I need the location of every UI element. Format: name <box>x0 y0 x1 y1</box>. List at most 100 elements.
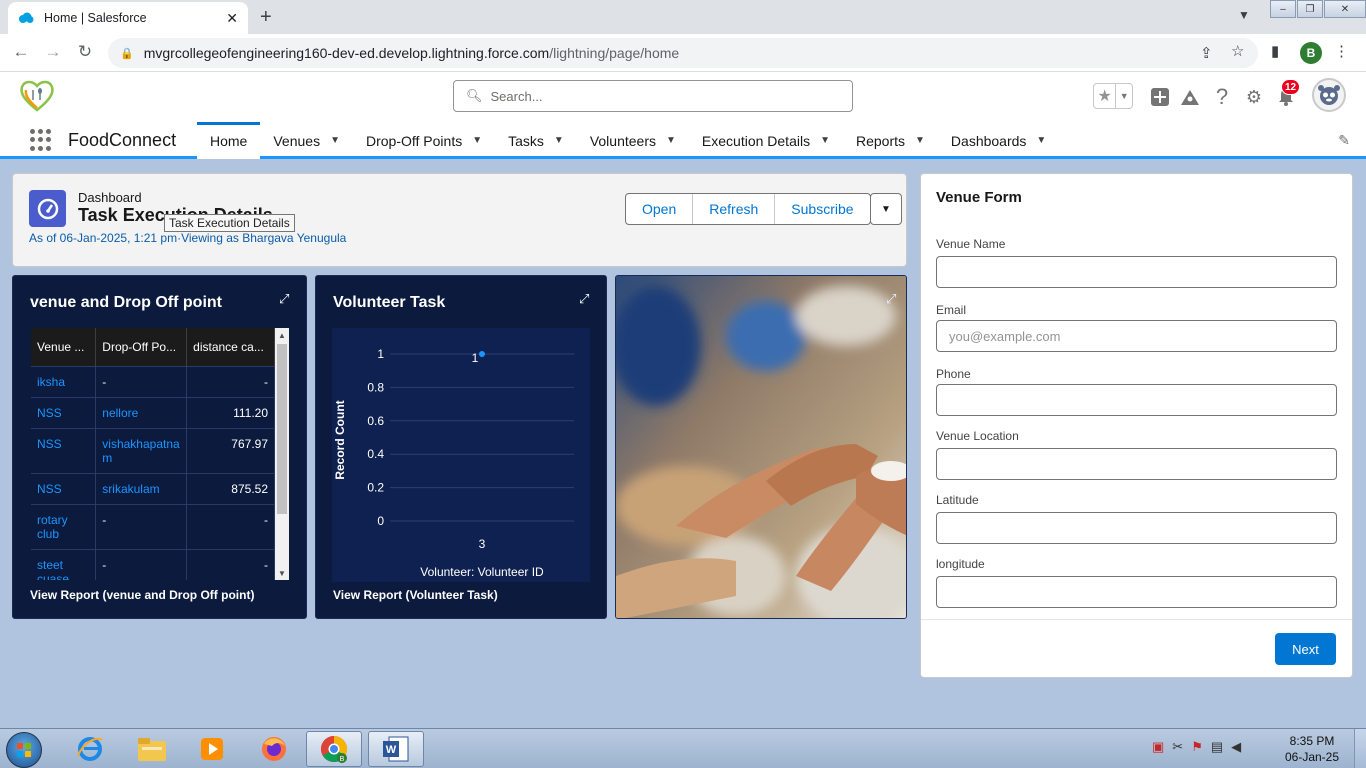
nav-item-volunteers[interactable]: Volunteers ▼ <box>577 122 689 159</box>
edit-nav-pencil-icon[interactable]: ✎ <box>1338 132 1350 149</box>
nav-item-label: Execution Details <box>701 132 811 149</box>
word-icon[interactable]: W <box>368 731 424 767</box>
browser-toolbar: ← → ↻ 🔒 mvgrcollegeofengineering160-dev-… <box>0 34 1366 72</box>
nav-item-dashboards[interactable]: Dashboards ▼ <box>938 122 1059 159</box>
reload-icon[interactable]: ↻ <box>74 42 96 62</box>
view-report-link[interactable]: View Report (Volunteer Task) <box>333 588 498 602</box>
expand-icon[interactable]: ⤢ <box>279 291 289 307</box>
table-cell-link[interactable]: srikakulam <box>95 473 188 505</box>
show-desktop-button[interactable] <box>1354 729 1366 768</box>
chrome-taskbar-icon[interactable]: B <box>306 731 362 767</box>
longitude-input[interactable] <box>936 576 1337 608</box>
venue-location-input[interactable] <box>936 448 1337 480</box>
tab-title: Home | Salesforce <box>44 11 147 25</box>
setup-gear-icon[interactable]: ⚙ <box>1243 86 1265 108</box>
tab-search-chevron-icon[interactable]: ▼ <box>1238 8 1250 22</box>
phone-input[interactable] <box>936 384 1337 416</box>
data-point[interactable] <box>479 351 485 357</box>
nav-item-reports[interactable]: Reports ▼ <box>843 122 938 159</box>
nav-item-tasks[interactable]: Tasks ▼ <box>495 122 577 159</box>
help-icon[interactable]: ? <box>1211 84 1233 109</box>
widget-title: venue and Drop Off point <box>30 294 222 311</box>
dashboard-button-group: Open Refresh Subscribe <box>625 193 871 225</box>
share-icon[interactable]: ⇪ <box>1200 44 1213 62</box>
browser-tab[interactable]: Home | Salesforce ✕ <box>8 2 248 34</box>
chevron-down-icon[interactable]: ▼ <box>820 135 830 146</box>
flag-tray-icon[interactable]: ⚑ <box>1191 739 1203 755</box>
app-launcher-icon[interactable] <box>30 129 52 151</box>
email-input[interactable]: you@example.com <box>936 320 1337 352</box>
network-tray-icon[interactable]: ▤ <box>1211 739 1223 755</box>
table-cell: 767.97 <box>186 428 275 474</box>
open-button[interactable]: Open <box>626 194 694 224</box>
table-cell-link[interactable]: NSS <box>31 428 97 474</box>
chevron-down-icon[interactable]: ▼ <box>915 135 925 146</box>
favorites-dropdown-icon[interactable]: ▼ <box>1115 84 1132 108</box>
side-panel-icon[interactable]: ▮ <box>1271 42 1279 60</box>
nav-item-drop-off-points[interactable]: Drop-Off Points ▼ <box>353 122 495 159</box>
nav-item-home[interactable]: Home <box>197 122 261 159</box>
browser-profile-avatar[interactable]: B <box>1300 42 1322 64</box>
minimize-icon[interactable]: – <box>1270 0 1296 18</box>
internet-explorer-icon[interactable] <box>62 731 118 767</box>
salesforce-cloud-icon <box>19 12 34 23</box>
latitude-input[interactable] <box>936 512 1337 544</box>
pdf-tray-icon[interactable]: ▣ <box>1152 739 1164 755</box>
table-cell-link[interactable]: NSS <box>31 473 97 505</box>
media-player-icon[interactable] <box>184 731 240 767</box>
scroll-thumb[interactable] <box>277 344 287 514</box>
taskbar-clock[interactable]: 8:35 PM 06-Jan-25 <box>1282 733 1342 765</box>
refresh-button[interactable]: Refresh <box>693 194 776 224</box>
chevron-down-icon[interactable]: ▼ <box>666 135 676 146</box>
tools-tray-icon[interactable]: ✂ <box>1172 739 1183 755</box>
view-report-link[interactable]: View Report (venue and Drop Off point) <box>30 588 254 602</box>
chevron-down-icon[interactable]: ▼ <box>554 135 564 146</box>
nav-item-venues[interactable]: Venues ▼ <box>260 122 353 159</box>
scroll-down-icon[interactable]: ▼ <box>275 566 289 580</box>
global-search-input[interactable]: 🔍︎ Search... <box>453 80 853 112</box>
column-header[interactable]: distance ca... <box>186 328 275 367</box>
expand-icon[interactable]: ⤢ <box>579 291 589 307</box>
back-icon[interactable]: ← <box>10 42 32 62</box>
browser-menu-icon[interactable]: ⋮ <box>1334 42 1349 60</box>
column-header[interactable]: Drop-Off Po... <box>95 328 188 367</box>
svg-text:⤢: ⤢ <box>886 292 896 307</box>
table-cell-link[interactable]: nellore <box>95 397 188 429</box>
next-button[interactable]: Next <box>1275 633 1336 665</box>
nav-item-label: Dashboards <box>950 132 1027 149</box>
url-path: /lightning/page/home <box>549 45 680 61</box>
venue-location-label: Venue Location <box>936 429 1019 443</box>
chevron-down-icon[interactable]: ▼ <box>330 135 340 146</box>
table-cell-link[interactable]: NSS <box>31 397 97 429</box>
chevron-down-icon[interactable]: ▼ <box>472 135 482 146</box>
table-scrollbar[interactable]: ▲ ▼ <box>275 328 289 580</box>
favorites-button[interactable]: ★ ▼ <box>1093 83 1133 109</box>
window-close-icon[interactable]: ✕ <box>1324 0 1366 18</box>
global-actions-icon[interactable] <box>1149 86 1171 108</box>
new-tab-icon[interactable]: + <box>260 6 272 29</box>
bookmark-star-icon[interactable]: ☆ <box>1231 42 1244 60</box>
user-avatar[interactable] <box>1312 78 1346 112</box>
y-axis-label: Record Count <box>333 400 347 479</box>
file-explorer-icon[interactable] <box>124 731 180 767</box>
start-button-icon[interactable] <box>6 732 42 768</box>
scroll-up-icon[interactable]: ▲ <box>275 328 289 342</box>
table-cell-link[interactable]: steet cuase <box>31 549 97 580</box>
dashboard-meta[interactable]: As of 06-Jan-2025, 1:21 pm·Viewing as Bh… <box>29 231 346 245</box>
volume-tray-icon[interactable]: ◀ <box>1231 739 1241 755</box>
table-cell-link[interactable]: rotary club <box>31 504 97 550</box>
dashboard-more-actions-icon[interactable]: ▼ <box>870 193 902 225</box>
address-bar[interactable]: 🔒 mvgrcollegeofengineering160-dev-ed.dev… <box>108 38 1258 68</box>
table-cell-link[interactable]: iksha <box>31 366 97 398</box>
restore-icon[interactable]: ❐ <box>1297 0 1323 18</box>
tab-close-icon[interactable]: ✕ <box>226 10 238 27</box>
forward-icon[interactable]: → <box>42 42 64 62</box>
table-cell-link[interactable]: vishakhapatna m <box>95 428 188 474</box>
venue-name-input[interactable] <box>936 256 1337 288</box>
subscribe-button[interactable]: Subscribe <box>775 194 869 224</box>
trailhead-icon[interactable] <box>1179 86 1201 108</box>
chevron-down-icon[interactable]: ▼ <box>1036 135 1046 146</box>
firefox-icon[interactable] <box>246 731 302 767</box>
column-header[interactable]: Venue ... <box>31 328 97 367</box>
nav-item-execution-details[interactable]: Execution Details ▼ <box>689 122 843 159</box>
